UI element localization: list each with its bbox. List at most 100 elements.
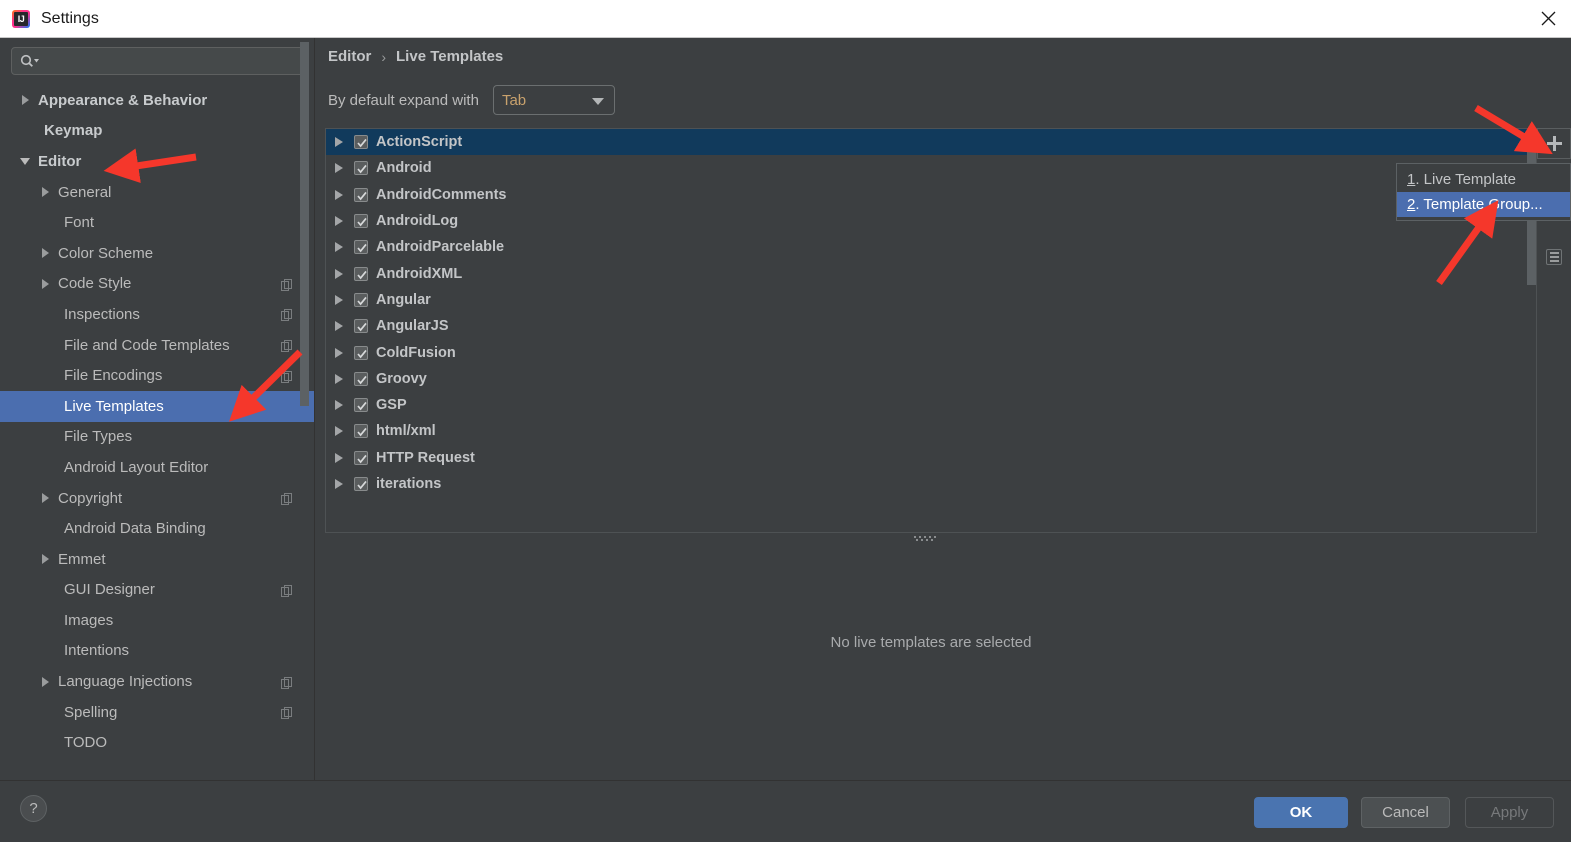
sidebar-item-label: File Types — [64, 428, 133, 446]
sidebar-item-label: TODO — [64, 734, 108, 752]
template-group-label: AndroidXML — [376, 265, 463, 282]
settings-tree[interactable]: Appearance & Behavior Keymap Editor General… — [0, 85, 314, 780]
chevron-right-icon[interactable] — [40, 278, 52, 290]
template-group-row[interactable]: AndroidParcelable — [326, 234, 1536, 260]
template-group-checkbox[interactable] — [354, 398, 368, 413]
sidebar-item-code-style[interactable]: Code Style — [0, 269, 314, 300]
chevron-right-icon[interactable] — [332, 451, 346, 465]
settings-dialog: IJ Settings Appearance & Behavior Keymap… — [0, 0, 1571, 842]
sidebar-item-editor[interactable]: Editor — [0, 146, 314, 177]
expand-with-dropdown[interactable]: Tab — [492, 85, 615, 115]
template-group-checkbox[interactable] — [354, 240, 368, 255]
sidebar-item-images[interactable]: Images — [0, 605, 314, 636]
sidebar-item-label: Code Style — [58, 275, 132, 293]
template-group-checkbox[interactable] — [354, 371, 368, 386]
template-group-checkbox[interactable] — [354, 214, 368, 229]
ok-button[interactable]: OK — [1254, 797, 1348, 828]
template-group-row[interactable]: Android — [326, 155, 1536, 181]
template-group-checkbox[interactable] — [354, 424, 368, 439]
sidebar-item-inspections[interactable]: Inspections — [0, 299, 314, 330]
sidebar-item-general[interactable]: General — [0, 177, 314, 208]
chevron-down-icon[interactable] — [20, 155, 32, 167]
sidebar-item-copyright[interactable]: Copyright — [0, 483, 314, 514]
cancel-button[interactable]: Cancel — [1361, 797, 1450, 828]
sidebar-item-live-templates[interactable]: Live Templates — [0, 390, 314, 422]
template-group-row[interactable]: AndroidComments — [326, 182, 1536, 208]
template-group-row[interactable]: AndroidXML — [326, 260, 1536, 286]
popup-menu-item[interactable]: 1. Live Template — [1397, 167, 1570, 192]
template-group-checkbox[interactable] — [354, 345, 368, 360]
sidebar-item-file-and-code-templates[interactable]: File and Code Templates — [0, 330, 314, 361]
chevron-right-icon[interactable] — [332, 135, 346, 149]
chevron-right-icon[interactable] — [332, 214, 346, 228]
list-options-button[interactable] — [1537, 241, 1571, 272]
dialog-footer: ? OK Cancel Apply — [0, 780, 1571, 842]
template-group-row[interactable]: ActionScript — [326, 129, 1536, 156]
template-group-checkbox[interactable] — [354, 266, 368, 281]
template-group-checkbox[interactable] — [354, 319, 368, 334]
copy-settings-icon — [281, 706, 293, 720]
chevron-right-icon[interactable] — [40, 676, 52, 688]
apply-button[interactable]: Apply — [1465, 797, 1554, 828]
search-box[interactable] — [11, 47, 304, 75]
copy-settings-icon — [281, 492, 293, 506]
chevron-right-icon[interactable] — [332, 346, 346, 360]
chevron-right-icon[interactable] — [332, 398, 346, 412]
sidebar-item-emmet[interactable]: Emmet — [0, 544, 314, 575]
sidebar-item-font[interactable]: Font — [0, 207, 314, 238]
breadcrumb-parent[interactable]: Editor — [328, 48, 371, 65]
chevron-right-icon[interactable] — [20, 94, 32, 106]
sidebar-item-intentions[interactable]: Intentions — [0, 636, 314, 667]
chevron-right-icon[interactable] — [332, 372, 346, 386]
template-group-row[interactable]: iterations — [326, 471, 1536, 497]
sidebar-item-file-encodings[interactable]: File Encodings — [0, 360, 314, 391]
chevron-right-icon[interactable] — [332, 161, 346, 175]
sidebar-scrollbar-thumb[interactable] — [300, 42, 309, 406]
sidebar-item-android-data-binding[interactable]: Android Data Binding — [0, 513, 314, 544]
chevron-right-icon[interactable] — [332, 188, 346, 202]
template-group-row[interactable]: HTTP Request — [326, 445, 1536, 471]
popup-menu-item[interactable]: 2. Template Group... — [1397, 192, 1570, 217]
template-group-row[interactable]: AndroidLog — [326, 208, 1536, 234]
template-group-checkbox[interactable] — [354, 450, 368, 465]
chevron-right-icon[interactable] — [332, 424, 346, 438]
chevron-right-icon[interactable] — [40, 492, 52, 504]
chevron-right-icon[interactable] — [332, 293, 346, 307]
panel-splitter[interactable] — [325, 534, 1537, 543]
sidebar-item-appearance-behavior[interactable]: Appearance & Behavior — [0, 85, 314, 116]
sidebar-item-keymap[interactable]: Keymap — [0, 116, 314, 147]
close-icon[interactable] — [1525, 0, 1571, 37]
chevron-right-icon[interactable] — [332, 240, 346, 254]
chevron-right-icon[interactable] — [332, 267, 346, 281]
sidebar-item-gui-designer[interactable]: GUI Designer — [0, 575, 314, 606]
template-group-row[interactable]: AngularJS — [326, 313, 1536, 339]
help-button[interactable]: ? — [20, 795, 47, 822]
sidebar-item-todo[interactable]: TODO — [0, 727, 314, 758]
template-group-checkbox[interactable] — [354, 161, 368, 176]
template-group-checkbox[interactable] — [354, 187, 368, 202]
template-group-checkbox[interactable] — [354, 292, 368, 307]
chevron-right-icon[interactable] — [332, 477, 346, 491]
add-template-button[interactable] — [1537, 128, 1571, 159]
sidebar-item-color-scheme[interactable]: Color Scheme — [0, 238, 314, 269]
add-popup-menu[interactable]: 1. Live Template 2. Template Group... — [1396, 163, 1571, 221]
template-group-row[interactable]: GSP — [326, 392, 1536, 418]
template-group-row[interactable]: html/xml — [326, 418, 1536, 444]
chevron-right-icon[interactable] — [332, 319, 346, 333]
template-group-row[interactable]: ColdFusion — [326, 339, 1536, 365]
template-group-row[interactable]: Groovy — [326, 366, 1536, 392]
template-group-row[interactable]: Angular — [326, 287, 1536, 313]
chevron-right-icon[interactable] — [40, 553, 52, 565]
chevron-right-icon[interactable] — [40, 186, 52, 198]
search-input[interactable] — [40, 52, 303, 70]
template-group-checkbox[interactable] — [354, 135, 368, 150]
sidebar-item-android-layout-editor[interactable]: Android Layout Editor — [0, 452, 314, 483]
template-group-checkbox[interactable] — [354, 477, 368, 491]
sidebar-item-spelling[interactable]: Spelling — [0, 697, 314, 728]
sidebar-item-label: Intentions — [64, 642, 130, 660]
copy-settings-icon — [281, 584, 293, 597]
sidebar-item-language-injections[interactable]: Language Injections — [0, 666, 314, 697]
chevron-right-icon[interactable] — [40, 247, 52, 259]
sidebar-item-file-types[interactable]: File Types — [0, 422, 314, 453]
template-groups-list[interactable]: ActionScript Android AndroidComments Androi… — [325, 128, 1537, 533]
